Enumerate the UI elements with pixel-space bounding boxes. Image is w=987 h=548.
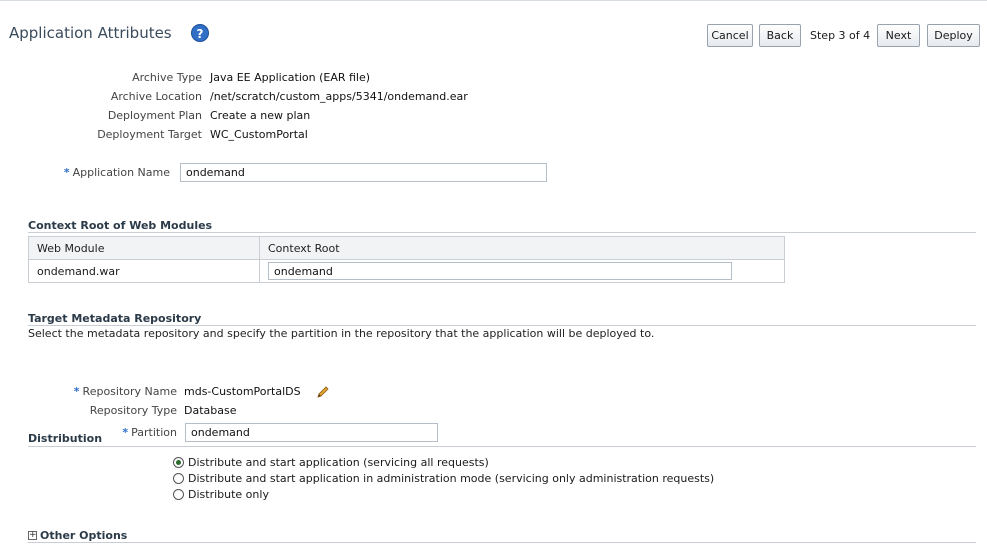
edit-pencil-icon[interactable] xyxy=(315,384,331,400)
deploy-button[interactable]: Deploy xyxy=(927,24,980,47)
distribution-option-only[interactable]: Distribute only xyxy=(173,488,269,501)
application-name-label-text: Application Name xyxy=(72,166,170,179)
distribution-option-start[interactable]: Distribute and start application (servic… xyxy=(173,456,489,469)
metadata-divider xyxy=(28,325,976,326)
archive-location-value: /net/scratch/custom_apps/5341/ondemand.e… xyxy=(210,90,468,103)
deployment-plan-value: Create a new plan xyxy=(210,109,311,122)
web-modules-table: Web Module Context Root ondemand.war xyxy=(28,236,785,283)
other-options-divider xyxy=(28,542,976,543)
distribution-option-admin-mode[interactable]: Distribute and start application in admi… xyxy=(173,472,714,485)
context-root-section-title: Context Root of Web Modules xyxy=(28,219,213,232)
next-button[interactable]: Next xyxy=(877,24,920,47)
required-indicator: * xyxy=(63,166,70,179)
required-indicator: * xyxy=(73,385,80,398)
repository-type-value: Database xyxy=(184,404,237,417)
context-root-cell xyxy=(259,259,785,283)
repository-name-label: * Repository Name xyxy=(40,385,177,398)
back-button[interactable]: Back xyxy=(759,24,801,47)
column-header-web-module: Web Module xyxy=(28,236,260,260)
partition-input[interactable] xyxy=(185,423,438,442)
context-root-divider xyxy=(28,232,976,233)
other-options-section-title[interactable]: Other Options xyxy=(40,529,127,542)
distribution-option-label: Distribute and start application (servic… xyxy=(188,456,489,469)
web-module-cell: ondemand.war xyxy=(28,259,260,283)
radio-selected[interactable] xyxy=(173,457,184,468)
table-header-row: Web Module Context Root xyxy=(28,236,785,260)
radio-unselected[interactable] xyxy=(173,473,184,484)
partition-label-text: Partition xyxy=(131,426,177,439)
top-border xyxy=(0,0,987,1)
repository-type-label: Repository Type xyxy=(89,404,177,417)
distribution-section-title: Distribution xyxy=(28,432,103,445)
expand-icon[interactable]: + xyxy=(28,531,37,540)
deployment-plan-label: Deployment Plan xyxy=(107,109,202,122)
column-header-context-root: Context Root xyxy=(259,236,785,260)
archive-type-value: Java EE Application (EAR file) xyxy=(210,71,371,84)
page-title: Application Attributes xyxy=(9,24,172,42)
application-name-input[interactable] xyxy=(180,163,547,182)
help-icon[interactable]: ? xyxy=(191,24,209,42)
application-name-label: * Application Name xyxy=(30,166,170,179)
archive-location-label: Archive Location xyxy=(110,90,202,103)
distribution-option-label: Distribute and start application in admi… xyxy=(188,472,715,485)
metadata-description: Select the metadata repository and speci… xyxy=(28,327,655,340)
context-root-input[interactable] xyxy=(268,262,732,280)
deployment-target-value: WC_CustomPortal xyxy=(210,128,308,141)
cancel-button[interactable]: Cancel xyxy=(707,24,753,47)
metadata-section-title: Target Metadata Repository xyxy=(28,312,202,325)
step-indicator: Step 3 of 4 xyxy=(810,29,871,42)
distribution-divider xyxy=(28,446,976,447)
distribution-option-label: Distribute only xyxy=(188,488,269,501)
table-row: ondemand.war xyxy=(28,259,785,283)
deployment-target-label: Deployment Target xyxy=(97,128,202,141)
repository-name-label-text: Repository Name xyxy=(82,385,177,398)
repository-name-value: mds-CustomPortalDS xyxy=(184,385,301,398)
archive-type-label: Archive Type xyxy=(132,71,202,84)
required-indicator: * xyxy=(122,426,129,439)
radio-unselected[interactable] xyxy=(173,489,184,500)
